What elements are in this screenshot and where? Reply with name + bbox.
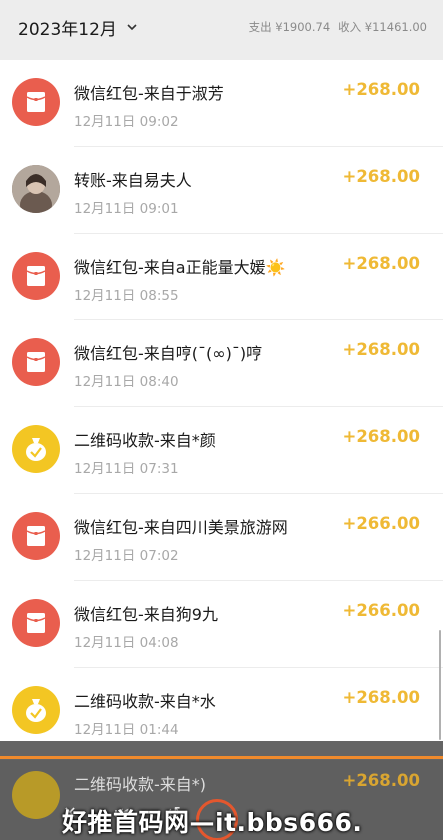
expense-total: 支出 ¥1900.74 — [248, 20, 331, 34]
scrollbar[interactable] — [439, 630, 441, 740]
chevron-down-icon — [127, 24, 137, 31]
transaction-row[interactable]: 转账-来自易夫人 12月11日 09:01 +268.00 — [0, 147, 443, 234]
transaction-amount: +268.00 — [342, 253, 421, 273]
transaction-title: 二维码收款-来自*颜 — [74, 431, 216, 451]
transaction-amount: +268.00 — [342, 771, 421, 790]
red-packet-icon — [12, 511, 60, 560]
month-label: 2023年12月 — [18, 19, 117, 40]
transaction-amount: +268.00 — [342, 340, 421, 360]
transaction-amount: +268.00 — [342, 80, 421, 99]
transaction-row[interactable]: 微信红包-来自四川美景旅游网 12月11日 07:02 +266.00 — [0, 494, 443, 581]
transaction-time: 12月11日 08:40 — [74, 374, 179, 391]
transaction-amount: +268.00 — [342, 687, 421, 707]
transaction-amount: +268.00 — [342, 166, 421, 186]
red-packet-icon — [12, 338, 60, 387]
transaction-time: 12月11日 01:44 — [74, 721, 179, 738]
transaction-amount: +268.00 — [342, 427, 421, 447]
transaction-amount: +266.00 — [342, 600, 421, 620]
transaction-time: 12月11日 04:08 — [74, 634, 179, 651]
red-packet-icon — [12, 598, 60, 647]
transaction-row[interactable]: 微信红包-来自a正能量大媛☀️ 12月11日 08:55 +268.00 — [0, 234, 443, 321]
money-bag-icon — [12, 771, 60, 819]
transaction-row[interactable]: 二维码收款-来自*颜 12月11日 07:31 +268.00 — [0, 407, 443, 494]
avatar — [12, 164, 60, 213]
month-summary: 支出 ¥1900.74 收入 ¥11461.00 — [249, 19, 427, 35]
header-bar: 2023年12月 支出 ¥1900.74 收入 ¥11461.00 — [0, 0, 443, 54]
transaction-time: 12月11日 08:55 — [74, 287, 179, 304]
transaction-time: 12月11日 09:02 — [74, 114, 179, 130]
progress-line — [0, 756, 443, 759]
transaction-title: 微信红包-来自狗9九 — [74, 604, 218, 624]
transaction-amount: +266.00 — [342, 513, 421, 533]
watermark: 好推首码网—it.bbs666. — [62, 808, 363, 837]
transaction-title: 二维码收款-来自*) — [74, 775, 207, 794]
money-bag-icon — [12, 425, 60, 474]
transaction-title: 微信红包-来自哼(¯(∞)¯)哼 — [74, 344, 263, 364]
transaction-title: 微信红包-来自于淑芳 — [74, 84, 224, 103]
transaction-list: 微信红包-来自于淑芳 12月11日 09:02 +268.00 转账-来自易夫人… — [0, 60, 443, 760]
month-picker[interactable]: 2023年12月 — [18, 15, 138, 40]
transaction-row[interactable]: 微信红包-来自狗9九 12月11日 04:08 +266.00 — [0, 581, 443, 668]
transaction-row[interactable]: 微信红包-来自于淑芳 12月11日 09:02 +268.00 — [0, 60, 443, 147]
transaction-title: 二维码收款-来自*水 — [74, 691, 216, 711]
transaction-title: 微信红包-来自四川美景旅游网 — [74, 517, 288, 537]
transaction-title: 微信红包-来自a正能量大媛☀️ — [74, 257, 286, 277]
money-bag-icon — [12, 685, 60, 734]
transaction-time: 12月11日 07:31 — [74, 461, 179, 478]
transaction-title: 转账-来自易夫人 — [74, 170, 192, 190]
income-total: 收入 ¥11461.00 — [338, 20, 427, 34]
red-packet-icon — [12, 78, 60, 126]
transaction-row[interactable]: 微信红包-来自哼(¯(∞)¯)哼 12月11日 08:40 +268.00 — [0, 320, 443, 408]
transaction-time: 12月11日 09:01 — [74, 200, 179, 217]
red-packet-icon — [12, 251, 60, 300]
transaction-time: 12月11日 07:02 — [74, 547, 179, 564]
